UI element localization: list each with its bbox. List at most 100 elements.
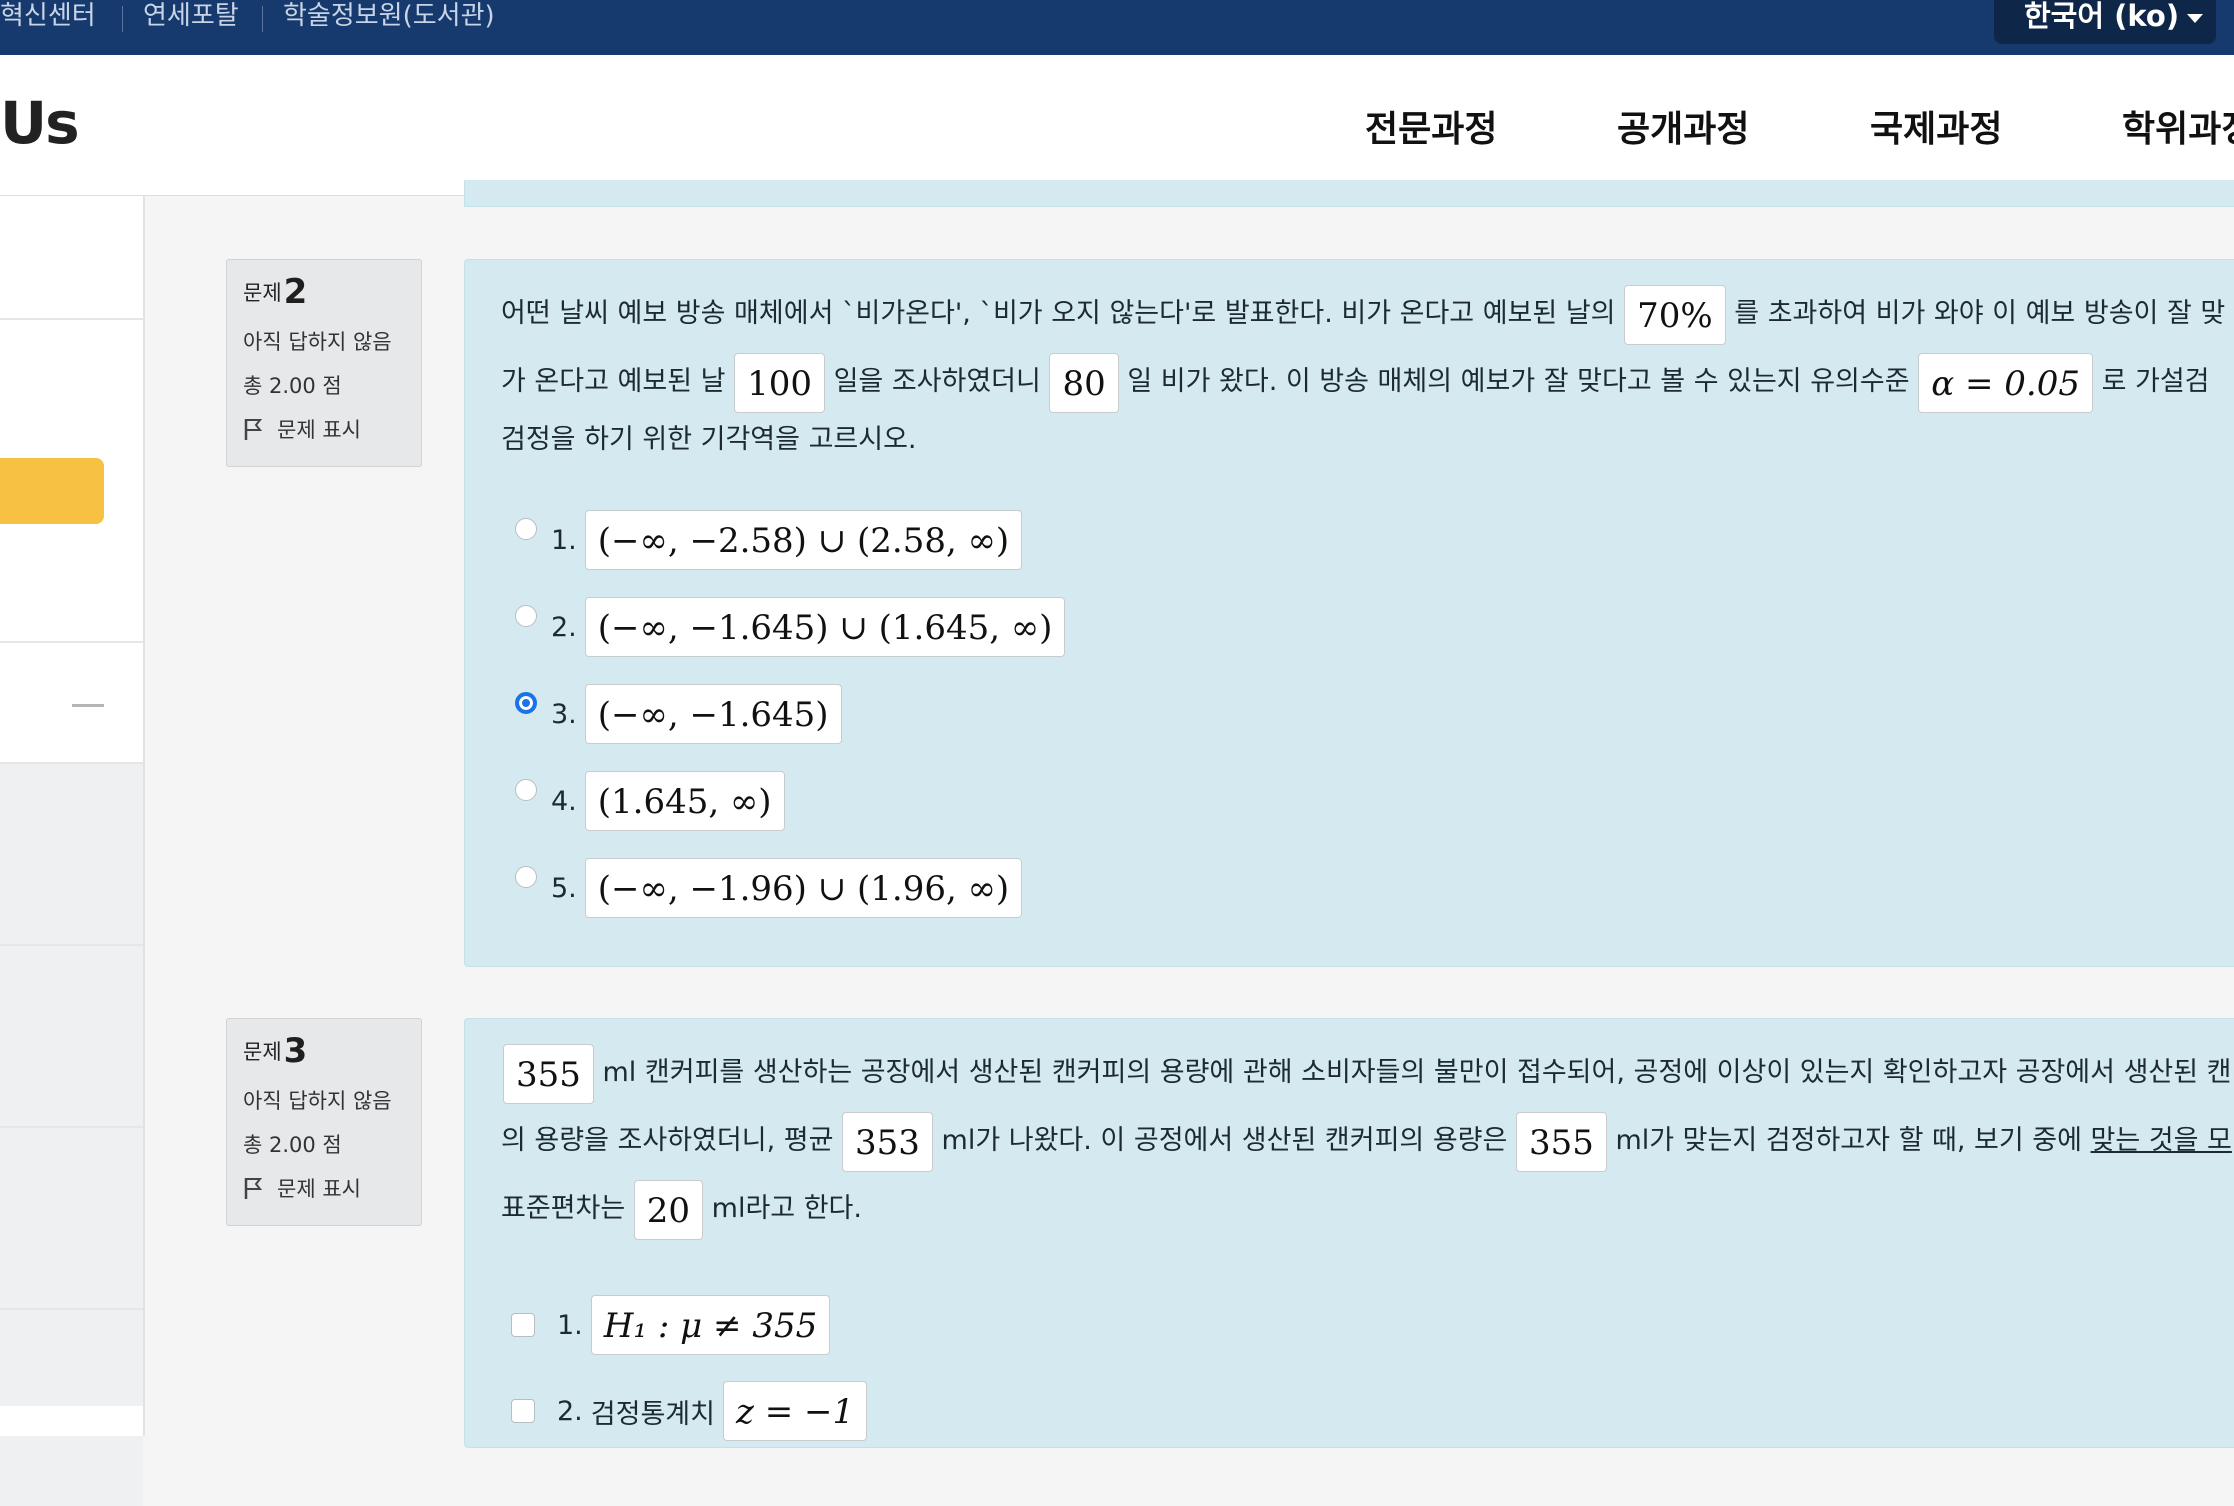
question-text: ml가 나왔다. 이 공정에서 생산된 캔커피의 용량은 bbox=[941, 1125, 1508, 1156]
option-math[interactable]: (−∞, −2.58) ∪ (2.58, ∞) bbox=[584, 510, 1023, 570]
language-label: 한국어 (ko) bbox=[2024, 0, 2180, 33]
sidebar-active-item[interactable] bbox=[0, 458, 104, 524]
radio-button[interactable] bbox=[515, 779, 537, 801]
question-info-2: 문제2 아직 답하지 않음 총 2.00 점 문제 표시 bbox=[226, 259, 422, 467]
flag-question-label: 문제 표시 bbox=[277, 418, 361, 442]
flag-icon bbox=[244, 419, 263, 440]
top-link-divider bbox=[262, 6, 263, 32]
option-math[interactable]: z = −1 bbox=[722, 1381, 868, 1441]
sidebar-divider bbox=[0, 1126, 143, 1128]
option-number: 1. bbox=[557, 1309, 583, 1341]
question-text: 어떤 날씨 예보 방송 매체에서 `비가온다', `비가 오지 않는다'로 발표… bbox=[501, 298, 1616, 329]
flag-question-button[interactable]: 문제 표시 bbox=[243, 1173, 421, 1203]
question-text-line: 355 ml 캔커피를 생산하는 공장에서 생산된 캔커피의 용량에 관해 소비… bbox=[503, 1039, 2232, 1107]
question-label: 문제 bbox=[243, 1040, 282, 1064]
top-link-library[interactable]: 학술정보원(도서관) bbox=[283, 0, 495, 55]
question-text: ml라고 한다. bbox=[711, 1193, 862, 1224]
answer-option[interactable]: 4. (1.645, ∞) bbox=[515, 771, 785, 831]
flag-icon bbox=[244, 1178, 263, 1199]
question-state: 아직 답하지 않음 bbox=[243, 330, 392, 354]
answer-option[interactable]: 1. (−∞, −2.58) ∪ (2.58, ∞) bbox=[515, 510, 1023, 570]
question-text-line: 표준편차는 20 ml라고 한다. bbox=[501, 1175, 862, 1243]
question-text: 일을 조사하였더니 bbox=[833, 366, 1041, 397]
flag-question-label: 문제 표시 bbox=[277, 1177, 361, 1201]
question-text-underlined: 맞는 것을 모 bbox=[2090, 1125, 2232, 1156]
question-text-line: 의 용량을 조사하였더니, 평균 353 ml가 나왔다. 이 공정에서 생산된… bbox=[501, 1107, 2232, 1175]
caret-down-icon bbox=[2187, 13, 2204, 23]
question-text-line: 어떤 날씨 예보 방송 매체에서 `비가온다', `비가 오지 않는다'로 발표… bbox=[501, 280, 2225, 348]
question-mark: 총 2.00 점 bbox=[243, 374, 342, 398]
math-box: 100 bbox=[734, 352, 825, 413]
answer-option[interactable]: 2. 검정통계치 z = −1 bbox=[511, 1381, 868, 1441]
option-label: 검정통계치 bbox=[590, 1398, 715, 1430]
question-text-line: 검정을 하기 위한 기각역을 고르시오. bbox=[501, 424, 917, 455]
radio-button[interactable] bbox=[515, 866, 537, 888]
previous-question-content bbox=[464, 180, 2234, 207]
sidebar-divider bbox=[0, 762, 143, 764]
option-math[interactable]: (−∞, −1.645) bbox=[584, 684, 842, 744]
option-math[interactable]: (−∞, −1.645) ∪ (1.645, ∞) bbox=[584, 597, 1066, 657]
math-box: 355 bbox=[503, 1043, 594, 1104]
question-label: 문제 bbox=[243, 281, 282, 305]
option-number: 2. bbox=[551, 611, 577, 643]
question-number: 3 bbox=[283, 1031, 308, 1071]
sidebar-section bbox=[0, 762, 143, 1506]
answer-option[interactable]: 5. (−∞, −1.96) ∪ (1.96, ∞) bbox=[515, 858, 1023, 918]
site-logo[interactable]: Us bbox=[0, 89, 80, 157]
top-bar: 혁신센터 연세포탈 학술정보원(도서관) 한국어 (ko) bbox=[0, 0, 2234, 55]
sidebar-divider bbox=[0, 1308, 143, 1310]
option-number: 5. bbox=[551, 872, 577, 904]
collapse-icon[interactable] bbox=[72, 704, 104, 707]
math-box: 353 bbox=[842, 1111, 933, 1172]
nav-item-open[interactable]: 공개과정 bbox=[1617, 100, 1749, 152]
math-box: 70% bbox=[1624, 284, 1726, 345]
question-text: ml가 맞는지 검정하고자 할 때, 보기 중에 bbox=[1615, 1125, 2082, 1156]
option-number: 3. bbox=[551, 698, 577, 730]
question-state: 아직 답하지 않음 bbox=[243, 1089, 392, 1113]
top-link-yonsei-portal[interactable]: 연세포탈 bbox=[143, 0, 239, 55]
nav-item-professional[interactable]: 전문과정 bbox=[1365, 100, 1497, 152]
top-link-divider bbox=[122, 6, 123, 32]
math-box: 80 bbox=[1049, 352, 1119, 413]
question-text: 가 온다고 예보된 날 bbox=[501, 366, 726, 397]
checkbox[interactable] bbox=[511, 1313, 535, 1337]
language-selector[interactable]: 한국어 (ko) bbox=[1994, 0, 2216, 44]
flag-question-button[interactable]: 문제 표시 bbox=[243, 414, 421, 444]
sidebar-divider bbox=[0, 641, 143, 643]
top-link-innovation-center[interactable]: 혁신센터 bbox=[0, 0, 96, 55]
question-mark: 총 2.00 점 bbox=[243, 1133, 342, 1157]
math-box: 355 bbox=[1515, 1111, 1607, 1172]
option-math[interactable]: H₁ : μ ≠ 355 bbox=[590, 1295, 831, 1355]
question-number: 2 bbox=[283, 272, 308, 312]
site-header: Us 전문과정 공개과정 국제과정 학위과정 bbox=[0, 55, 2234, 196]
question-text: 로 가설검 bbox=[2101, 366, 2210, 397]
option-math[interactable]: (−∞, −1.96) ∪ (1.96, ∞) bbox=[584, 858, 1023, 918]
question-text: 표준편차는 bbox=[501, 1193, 626, 1224]
question-info-3: 문제3 아직 답하지 않음 총 2.00 점 문제 표시 bbox=[226, 1018, 422, 1226]
answer-option[interactable]: 2. (−∞, −1.645) ∪ (1.645, ∞) bbox=[515, 597, 1066, 657]
sidebar-divider bbox=[0, 944, 143, 946]
question-text: ml 캔커피를 생산하는 공장에서 생산된 캔커피의 용량에 관해 소비자들의 … bbox=[602, 1057, 2232, 1088]
radio-button-selected[interactable] bbox=[515, 692, 537, 714]
checkbox[interactable] bbox=[511, 1399, 535, 1423]
sidebar bbox=[0, 196, 145, 1506]
option-number: 1. bbox=[551, 524, 577, 556]
option-math[interactable]: (1.645, ∞) bbox=[584, 771, 785, 831]
question-text: 의 용량을 조사하였더니, 평균 bbox=[501, 1125, 834, 1156]
nav-item-degree[interactable]: 학위과정 bbox=[2122, 100, 2234, 152]
option-number: 2. bbox=[557, 1395, 583, 1427]
nav-item-international[interactable]: 국제과정 bbox=[1870, 100, 2002, 152]
radio-button[interactable] bbox=[515, 605, 537, 627]
sidebar-divider bbox=[0, 318, 143, 320]
answer-option-selected[interactable]: 3. (−∞, −1.645) bbox=[515, 684, 842, 744]
answer-option[interactable]: 1. H₁ : μ ≠ 355 bbox=[511, 1295, 831, 1355]
question-content-2: 어떤 날씨 예보 방송 매체에서 `비가온다', `비가 오지 않는다'로 발표… bbox=[464, 259, 2234, 967]
sidebar-section bbox=[0, 1406, 143, 1436]
math-box: α = 0.05 bbox=[1918, 352, 2093, 413]
question-text: 를 초과하여 비가 와야 이 예보 방송이 잘 맞 bbox=[1734, 298, 2226, 329]
question-content-3: 355 ml 캔커피를 생산하는 공장에서 생산된 캔커피의 용량에 관해 소비… bbox=[464, 1018, 2234, 1448]
math-box: 20 bbox=[633, 1179, 704, 1240]
option-number: 4. bbox=[551, 785, 577, 817]
radio-button[interactable] bbox=[515, 518, 537, 540]
question-text: 일 비가 왔다. 이 방송 매체의 예보가 잘 맞다고 볼 수 있는지 유의수준 bbox=[1127, 366, 1910, 397]
